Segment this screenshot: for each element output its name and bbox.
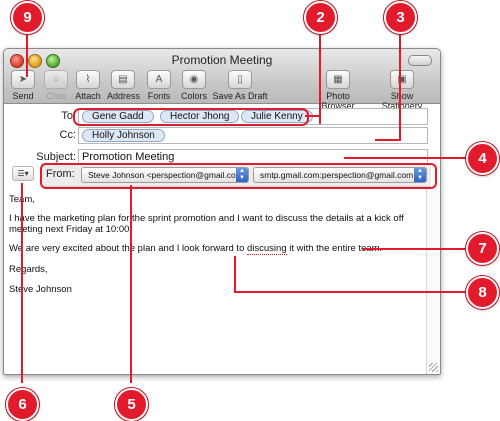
callout-leader (26, 30, 28, 77)
callout-leader (234, 291, 469, 293)
cc-field[interactable]: Holly Johnson (78, 127, 428, 144)
cc-label: Cc: (59, 129, 77, 141)
resize-handle[interactable] (429, 363, 438, 372)
callout-badge: 4 (466, 142, 499, 175)
subject-label: Subject: (36, 151, 76, 163)
callout-badge: 2 (304, 1, 337, 34)
callout-badge: 5 (115, 388, 148, 421)
draft-document-icon: ▯ (228, 70, 252, 89)
callout-leader (319, 30, 321, 124)
to-label: To: (61, 110, 76, 122)
title-bar: Promotion Meeting ➤ Send ○ Chat ⌇ Attach… (4, 49, 440, 111)
address-button[interactable]: ▤ Address (107, 70, 140, 102)
fonts-icon: A (147, 70, 171, 89)
body-paragraph-1: I have the marketing plan for the sprint… (9, 213, 404, 235)
list-menu-icon: ☰▾ (17, 169, 29, 178)
paperclip-icon: ⌇ (76, 70, 100, 89)
callout-leader (344, 157, 468, 159)
callout-leader (234, 256, 236, 292)
callout-leader (375, 139, 401, 141)
subject-value: Promotion Meeting (82, 151, 175, 163)
mail-compose-window: Promotion Meeting ➤ Send ○ Chat ⌇ Attach… (3, 48, 441, 375)
callout-badge: 7 (466, 232, 499, 265)
callout-badge: 3 (384, 1, 417, 34)
callout-leader (130, 185, 132, 383)
body-signature: Steve Johnson (9, 284, 72, 295)
header-options-button[interactable]: ☰▾ (12, 166, 34, 181)
callout-leader (305, 115, 320, 117)
body-greeting: Team, (9, 194, 419, 205)
vertical-scrollbar[interactable] (426, 188, 439, 374)
callout-leader (21, 183, 23, 383)
chat-button[interactable]: ○ Chat (41, 70, 71, 102)
address-book-icon: ▤ (111, 70, 135, 89)
to-recipients-highlight (73, 108, 309, 126)
body-paragraph-2: We are very excited about the plan and I… (9, 243, 383, 255)
stationery-icon: ▣ (390, 70, 414, 89)
save-as-draft-button[interactable]: ▯ Save As Draft (212, 70, 268, 102)
callout-badge: 8 (466, 276, 499, 309)
message-body[interactable]: Team, I have the marketing plan for the … (4, 188, 440, 374)
body-closing: Regards, (9, 264, 48, 275)
color-wheel-icon: ◉ (182, 70, 206, 89)
chat-bubble-icon: ○ (44, 70, 68, 89)
fonts-button[interactable]: A Fonts (144, 70, 174, 102)
callout-badge: 9 (11, 1, 44, 34)
callout-leader (399, 30, 401, 140)
attach-button[interactable]: ⌇ Attach (73, 70, 103, 102)
colors-button[interactable]: ◉ Colors (178, 70, 210, 102)
misspelled-word[interactable]: discusing (247, 243, 287, 255)
callout-badge: 6 (6, 388, 39, 421)
send-button[interactable]: ➤ Send (8, 70, 38, 102)
callout-leader (363, 248, 469, 250)
from-row-highlight (40, 163, 437, 189)
recipient-token[interactable]: Holly Johnson (82, 129, 165, 142)
photo-icon: ▦ (326, 70, 350, 89)
show-stationery-button[interactable]: ▣ Show Stationery (370, 70, 434, 111)
toolbar-toggle-button[interactable] (408, 55, 432, 66)
paper-plane-icon: ➤ (11, 70, 35, 89)
window-title: Promotion Meeting (171, 53, 273, 67)
